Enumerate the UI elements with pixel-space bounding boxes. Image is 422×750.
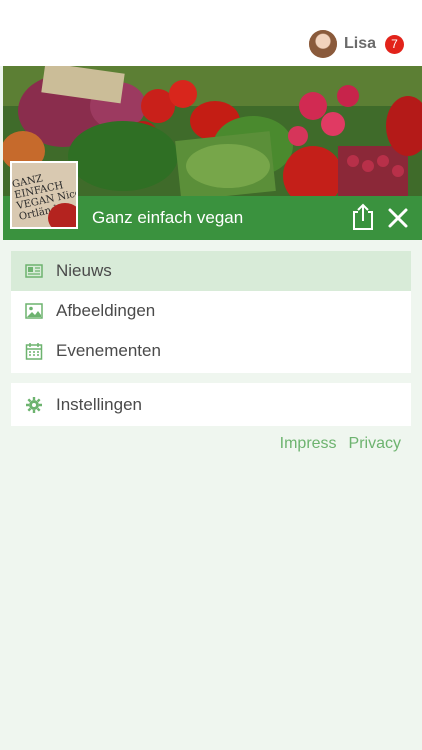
close-icon[interactable] bbox=[386, 206, 410, 230]
menu-item-label: Nieuws bbox=[56, 261, 112, 280]
menu-item-nieuws[interactable]: Nieuws bbox=[11, 251, 411, 291]
privacy-link[interactable]: Privacy bbox=[349, 435, 401, 453]
menu-item-label: Instellingen bbox=[56, 394, 143, 414]
calendar-icon bbox=[25, 343, 43, 360]
avatar[interactable] bbox=[308, 30, 337, 58]
menu-item-label: Evenementen bbox=[56, 341, 161, 360]
menu-item-instellingen[interactable]: Instellingen bbox=[11, 383, 411, 426]
gear-icon bbox=[26, 397, 42, 413]
settings-menu: Instellingen bbox=[11, 383, 411, 426]
feed-title: Ganz einfach vegan bbox=[92, 208, 244, 227]
notification-badge[interactable]: 7 bbox=[385, 34, 404, 54]
menu-item-label: Afbeeldingen bbox=[56, 301, 156, 320]
user-name[interactable]: Lisa bbox=[344, 35, 376, 53]
top-bar: Lisa 7 bbox=[0, 0, 422, 66]
image-icon bbox=[25, 303, 43, 319]
user-profile[interactable]: Lisa 7 bbox=[308, 30, 404, 58]
main-menu: Nieuws Afbeeldingen Evenementen bbox=[11, 251, 411, 373]
news-icon bbox=[25, 264, 43, 278]
menu-item-afbeeldingen[interactable]: Afbeeldingen bbox=[11, 291, 411, 331]
feed-thumbnail: GANZ EINFACH VEGAN Nico Ortländer bbox=[10, 161, 78, 229]
menu-item-evenementen[interactable]: Evenementen bbox=[11, 331, 411, 371]
share-icon[interactable] bbox=[351, 203, 375, 231]
impress-link[interactable]: Impress bbox=[280, 435, 337, 453]
footer-links: Impress Privacy bbox=[280, 435, 401, 453]
